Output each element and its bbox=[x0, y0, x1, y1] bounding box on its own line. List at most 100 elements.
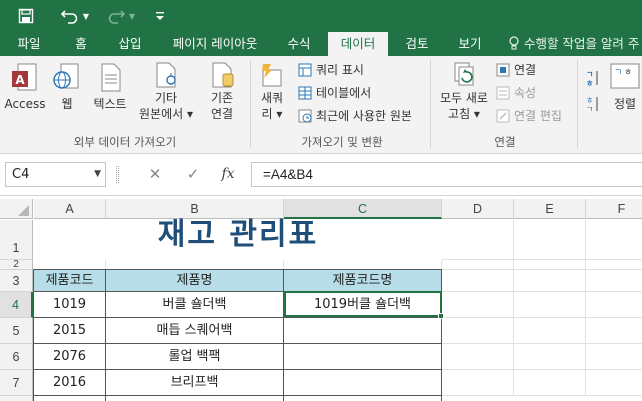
cell[interactable] bbox=[514, 344, 586, 370]
chevron-down-icon[interactable]: ▼ bbox=[94, 163, 101, 186]
customize-qat-icon[interactable] bbox=[148, 4, 172, 28]
cell[interactable] bbox=[34, 396, 106, 401]
row-header[interactable]: 2 bbox=[0, 260, 33, 270]
formula-input[interactable]: =A4&B4 bbox=[251, 162, 642, 187]
cell[interactable] bbox=[586, 344, 642, 370]
tab-data[interactable]: 데이터 bbox=[328, 32, 388, 56]
from-access-button[interactable]: A Access bbox=[4, 62, 46, 112]
cell-name[interactable]: 브리프백 bbox=[106, 370, 284, 396]
sort-za-icon[interactable]: ㅎㄱ bbox=[584, 94, 604, 114]
cell[interactable] bbox=[442, 220, 514, 260]
cell[interactable] bbox=[442, 344, 514, 370]
show-queries-icon bbox=[298, 63, 312, 77]
tab-file[interactable]: 파일 bbox=[10, 32, 48, 56]
cell[interactable] bbox=[442, 270, 514, 292]
cell[interactable] bbox=[586, 270, 642, 292]
cell[interactable] bbox=[442, 318, 514, 344]
cell[interactable] bbox=[514, 270, 586, 292]
svg-text:ㅎ: ㅎ bbox=[586, 96, 593, 105]
cell-code[interactable]: 2015 bbox=[34, 318, 106, 344]
cell[interactable] bbox=[514, 318, 586, 344]
group-separator bbox=[577, 60, 578, 148]
cell-code[interactable]: 1019 bbox=[34, 292, 106, 318]
tab-formulas[interactable]: 수식 bbox=[280, 32, 318, 56]
sheet-title[interactable]: 재고 관리표 bbox=[34, 220, 442, 258]
sort-button[interactable]: 정렬 bbox=[614, 94, 636, 114]
existing-connections-icon bbox=[212, 62, 234, 88]
cell-name[interactable]: 버클 숄더백 bbox=[106, 292, 284, 318]
row-header[interactable]: 3 bbox=[0, 270, 33, 292]
tab-review[interactable]: 검토 bbox=[398, 32, 436, 56]
header-cell-code[interactable]: 제품코드 bbox=[34, 270, 106, 292]
column-header[interactable]: D bbox=[442, 199, 514, 219]
undo-icon[interactable] bbox=[58, 4, 82, 28]
text-file-icon bbox=[101, 63, 121, 92]
header-cell-combined[interactable]: 제품코드명 bbox=[284, 270, 442, 292]
cell[interactable] bbox=[442, 370, 514, 396]
tab-home[interactable]: 홈 bbox=[66, 32, 96, 56]
group-label-external-data: 외부 데이터 가져오기 bbox=[73, 135, 177, 149]
existing-connections-button[interactable]: 기존 연결 bbox=[202, 62, 242, 122]
tab-view[interactable]: 보기 bbox=[450, 32, 490, 56]
select-all-corner[interactable] bbox=[0, 199, 33, 219]
name-box[interactable]: C4 ▼ bbox=[5, 162, 106, 187]
cell[interactable] bbox=[514, 260, 586, 270]
cell[interactable] bbox=[586, 220, 642, 260]
cell-code[interactable]: 2076 bbox=[34, 344, 106, 370]
cell[interactable] bbox=[284, 396, 442, 401]
drag-handle[interactable] bbox=[116, 166, 119, 183]
row-header-selected[interactable]: 4 bbox=[0, 292, 33, 318]
show-queries-button[interactable]: 쿼리 표시 bbox=[298, 60, 364, 80]
from-table-button[interactable]: 테이블에서 bbox=[298, 83, 371, 103]
cell-combined[interactable] bbox=[284, 344, 442, 370]
column-header-selected[interactable]: C bbox=[284, 199, 442, 219]
enter-icon[interactable]: ✓ bbox=[181, 162, 205, 187]
column-header[interactable]: A bbox=[34, 199, 106, 219]
row-header[interactable]: 6 bbox=[0, 344, 33, 370]
cell[interactable] bbox=[586, 292, 642, 318]
connections-button[interactable]: 연결 bbox=[496, 60, 536, 80]
cell-code[interactable]: 2016 bbox=[34, 370, 106, 396]
cell-name[interactable]: 롤업 백팩 bbox=[106, 344, 284, 370]
cell[interactable] bbox=[442, 292, 514, 318]
refresh-all-button[interactable]: 모두 새로 고침 ▾ bbox=[436, 62, 492, 122]
column-header[interactable]: F bbox=[586, 199, 642, 219]
cell-combined[interactable] bbox=[284, 370, 442, 396]
sort-dialog-icon[interactable]: ㄱㅎ bbox=[610, 63, 642, 89]
from-other-sources-button[interactable]: 기타 원본에서 ▾ bbox=[138, 62, 194, 122]
tell-me-search[interactable]: 수행할 작업을 알려 주 bbox=[508, 32, 639, 56]
cell[interactable] bbox=[514, 220, 586, 260]
from-web-button[interactable]: 웹 bbox=[50, 62, 84, 112]
cell[interactable] bbox=[442, 260, 514, 270]
cell-combined[interactable] bbox=[284, 318, 442, 344]
sort-az-icon[interactable]: ㄱㅎ bbox=[584, 68, 604, 88]
tab-insert[interactable]: 삽입 bbox=[110, 32, 150, 56]
row-header[interactable]: 7 bbox=[0, 370, 33, 396]
header-cell-name[interactable]: 제품명 bbox=[106, 270, 284, 292]
cell[interactable] bbox=[586, 370, 642, 396]
cell-name[interactable]: 매듭 스퀘어백 bbox=[106, 318, 284, 344]
cell[interactable] bbox=[586, 260, 642, 270]
cell[interactable] bbox=[514, 370, 586, 396]
row-header[interactable] bbox=[0, 396, 33, 401]
save-icon[interactable] bbox=[14, 4, 38, 28]
undo-dropdown-icon[interactable]: ▼ bbox=[80, 4, 92, 28]
from-text-button[interactable]: 텍스트 bbox=[88, 62, 132, 112]
column-header[interactable]: B bbox=[106, 199, 284, 219]
fill-handle[interactable] bbox=[438, 313, 444, 319]
recent-sources-button[interactable]: 최근에 사용한 원본 bbox=[298, 106, 412, 126]
cell[interactable] bbox=[106, 396, 284, 401]
cell[interactable] bbox=[514, 292, 586, 318]
new-query-button[interactable]: 새쿼 리 ▾ bbox=[254, 62, 290, 122]
column-header[interactable]: E bbox=[514, 199, 586, 219]
cancel-icon[interactable]: ✕ bbox=[143, 162, 167, 187]
insert-function-icon[interactable]: fx bbox=[216, 162, 240, 187]
row-header[interactable]: 1 bbox=[0, 220, 33, 260]
row-header[interactable]: 5 bbox=[0, 318, 33, 344]
cell[interactable] bbox=[586, 318, 642, 344]
edit-links-button[interactable]: 연결 편집 bbox=[496, 106, 562, 126]
properties-button[interactable]: 속성 bbox=[496, 83, 536, 103]
tab-page-layout[interactable]: 페이지 레이아웃 bbox=[163, 32, 267, 56]
redo-icon[interactable] bbox=[104, 4, 128, 28]
redo-dropdown-icon[interactable]: ▼ bbox=[126, 4, 138, 28]
